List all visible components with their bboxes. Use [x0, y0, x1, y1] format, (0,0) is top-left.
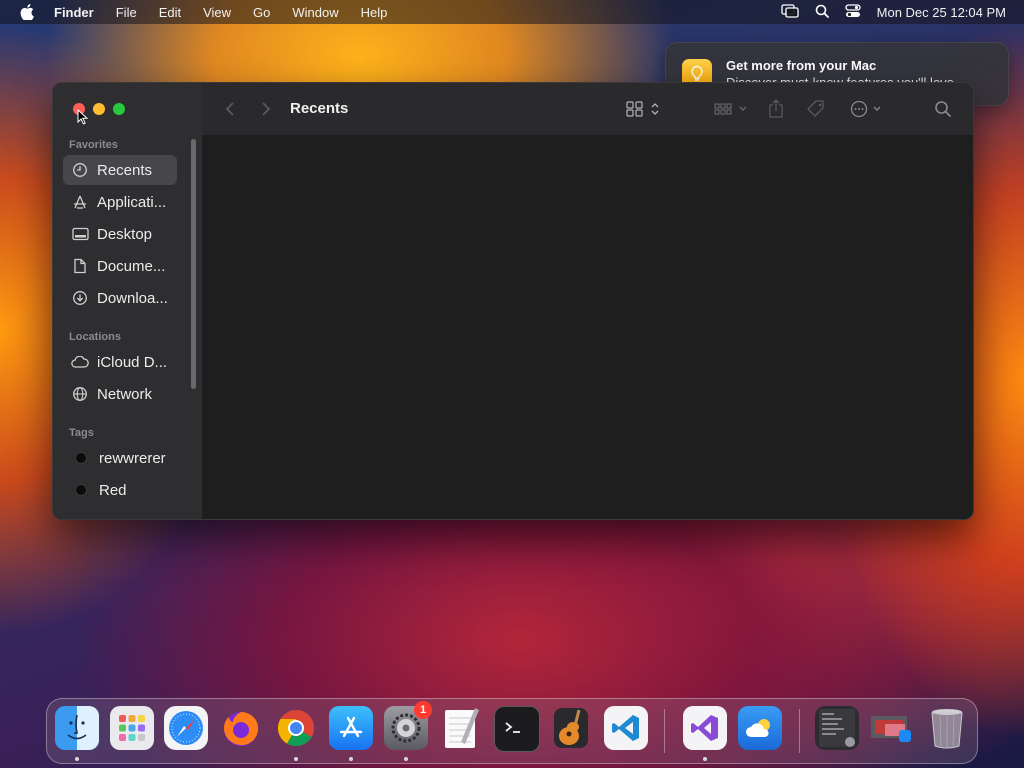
sidebar-item-desktop[interactable]: Desktop — [63, 219, 177, 249]
textedit-icon[interactable] — [439, 706, 483, 750]
tag-icon[interactable] — [806, 98, 826, 120]
more-actions-button[interactable] — [850, 98, 886, 120]
file-list-area[interactable] — [202, 135, 973, 519]
sidebar-item-applications[interactable]: Applicati... — [63, 187, 177, 217]
sidebar-item-downloads[interactable]: Downloa... — [63, 283, 177, 313]
running-indicator — [703, 757, 707, 761]
launchpad-icon[interactable] — [110, 706, 154, 750]
recent-document-icon[interactable] — [815, 706, 859, 750]
menu-window[interactable]: Window — [292, 5, 338, 20]
desktop-icon — [71, 225, 89, 243]
cloud-icon — [71, 353, 89, 371]
dock-separator — [664, 709, 665, 753]
sidebar-item-label: Downloa... — [97, 289, 168, 307]
sidebar-scrollbar[interactable] — [191, 139, 196, 389]
menu-file[interactable]: File — [116, 5, 137, 20]
apple-menu-icon[interactable] — [19, 4, 35, 20]
spotlight-search-icon[interactable] — [815, 4, 829, 21]
sidebar-section-tags: Tags — [69, 427, 94, 439]
sidebar-item-label: Applicati... — [97, 193, 167, 211]
share-icon[interactable] — [768, 98, 784, 120]
tag-color-dot — [75, 484, 87, 496]
menu-bar: Finder File Edit View Go Window Help Mon… — [0, 0, 1024, 24]
sidebar-item-label: Desktop — [97, 225, 153, 243]
chrome-icon[interactable] — [274, 706, 318, 750]
safari-icon[interactable] — [164, 706, 208, 750]
forward-button[interactable] — [256, 99, 276, 119]
dock-separator — [799, 709, 800, 753]
group-by-button[interactable] — [714, 98, 750, 120]
search-icon[interactable] — [934, 98, 952, 120]
finder-icon[interactable] — [55, 706, 99, 750]
control-center-icon[interactable] — [844, 3, 861, 21]
zoom-button[interactable] — [113, 103, 125, 115]
finder-sidebar: Favorites Recents Applicati... Desktop D… — [53, 83, 203, 519]
firefox-icon[interactable] — [219, 706, 263, 750]
sidebar-section-favorites: Favorites — [69, 139, 118, 151]
tag-color-dot — [75, 452, 87, 464]
sidebar-item-label: Red — [99, 481, 127, 499]
menubar-clock[interactable]: Mon Dec 25 12:04 PM — [877, 5, 1006, 20]
sidebar-item-documents[interactable]: Docume... — [63, 251, 177, 281]
sidebar-item-label: iCloud D... — [97, 353, 168, 371]
sidebar-item-network[interactable]: Network — [63, 379, 177, 409]
applications-icon — [71, 193, 89, 211]
sidebar-item-label: Docume... — [97, 257, 166, 275]
settings-icon[interactable]: 1 — [384, 701, 432, 750]
sidebar-tag-rewwrerer[interactable]: rewwrerer — [63, 443, 177, 473]
minimize-button[interactable] — [93, 103, 105, 115]
sidebar-tag-red[interactable]: Red — [63, 475, 177, 505]
vscode-icon[interactable] — [604, 706, 648, 750]
finder-window: Favorites Recents Applicati... Desktop D… — [52, 82, 974, 520]
back-button[interactable] — [220, 99, 240, 119]
running-indicator — [349, 757, 353, 761]
menu-go[interactable]: Go — [253, 5, 270, 20]
sidebar-item-label: rewwrerer — [99, 449, 166, 467]
running-indicator — [75, 757, 79, 761]
sidebar-item-icloud-drive[interactable]: iCloud D... — [63, 347, 177, 377]
download-icon — [71, 289, 89, 307]
notification-badge: 1 — [414, 701, 432, 719]
network-icon — [71, 385, 89, 403]
clock-icon — [71, 161, 89, 179]
garageband-icon[interactable] — [549, 706, 593, 750]
menu-help[interactable]: Help — [361, 5, 388, 20]
document-icon — [71, 257, 89, 275]
dock: 1 — [46, 698, 978, 764]
trash-icon[interactable] — [925, 706, 969, 750]
visual-studio-icon[interactable] — [683, 706, 727, 750]
terminal-icon[interactable] — [494, 706, 540, 752]
window-title: Recents — [290, 100, 349, 117]
mouse-pointer-icon — [77, 108, 89, 130]
sidebar-item-label: Recents — [97, 161, 153, 179]
running-indicator — [404, 757, 408, 761]
view-mode-button[interactable] — [626, 98, 662, 120]
notification-title: Get more from your Mac — [726, 58, 877, 73]
weather-icon[interactable] — [738, 706, 782, 750]
running-indicator — [294, 757, 298, 761]
sidebar-item-label: Network — [97, 385, 153, 403]
app-store-icon[interactable] — [329, 706, 373, 750]
finder-toolbar: Recents — [202, 83, 973, 136]
menu-edit[interactable]: Edit — [159, 5, 181, 20]
sidebar-section-locations: Locations — [69, 331, 121, 343]
sidebar-item-recents[interactable]: Recents — [63, 155, 177, 185]
downloads-stack-icon[interactable] — [869, 706, 913, 750]
menu-app-name[interactable]: Finder — [54, 5, 94, 20]
menu-view[interactable]: View — [203, 5, 231, 20]
screen-mirroring-icon[interactable] — [780, 3, 799, 21]
